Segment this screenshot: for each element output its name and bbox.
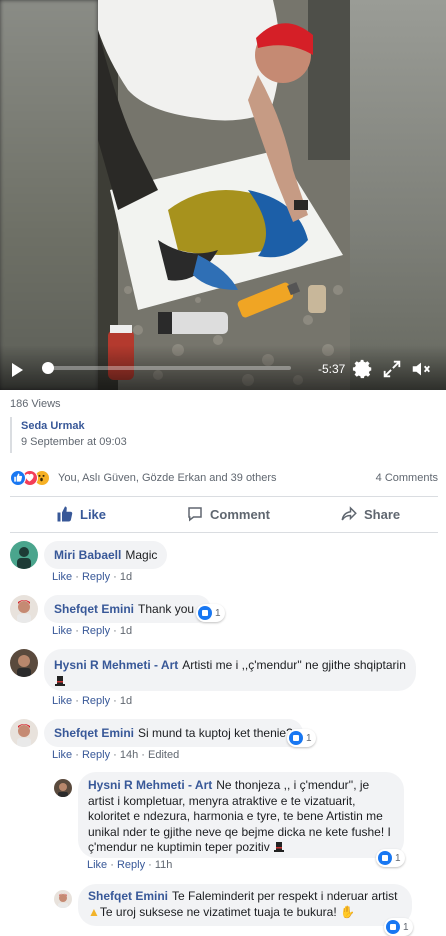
- raised-hands-emoji-icon: ✋: [340, 904, 355, 919]
- shared-from-card[interactable]: Seda Urmak 9 September at 09:03: [10, 417, 436, 453]
- video-blur-left: [0, 0, 98, 390]
- time-remaining: -5:37: [318, 362, 346, 376]
- comment-actions: Like · Reply · 14h · Edited: [52, 749, 180, 761]
- comment-reply-link[interactable]: Reply: [82, 625, 110, 637]
- reaction-count: 1: [306, 732, 312, 744]
- reaction-badge[interactable]: 1: [376, 849, 405, 867]
- reaction-count: 1: [403, 921, 409, 933]
- progress-knob[interactable]: [42, 362, 54, 374]
- avatar[interactable]: [10, 541, 38, 569]
- like-reaction-icon: [10, 470, 26, 486]
- comment-edited[interactable]: Edited: [148, 749, 179, 761]
- avatar[interactable]: [54, 779, 72, 797]
- divider: [10, 532, 438, 533]
- like-reaction-icon: [289, 731, 303, 745]
- share-icon: [341, 506, 357, 521]
- avatar[interactable]: [54, 890, 72, 908]
- mute-icon[interactable]: [410, 358, 432, 380]
- reaction-badge[interactable]: 1: [196, 604, 225, 622]
- comment-author[interactable]: Miri Babaell: [54, 548, 121, 562]
- comment-text: Thank you .: [138, 602, 201, 616]
- comment-time[interactable]: 14h: [120, 749, 138, 761]
- reply-author[interactable]: Shefqet Emini: [88, 889, 168, 903]
- comment-like-link[interactable]: Like: [52, 625, 72, 637]
- play-icon[interactable]: [12, 363, 23, 377]
- comment-like-link[interactable]: Like: [52, 749, 72, 761]
- video-thumbnail-painting: [98, 0, 350, 390]
- reply-text-2: Te uroj suksese ne vizatimet tuaja te bu…: [99, 904, 337, 919]
- reactors-text[interactable]: You, Aslı Güven, Gözde Erkan and 39 othe…: [58, 472, 277, 484]
- comment-like-link[interactable]: Like: [52, 695, 72, 707]
- video-frame: [98, 0, 350, 390]
- comment-author[interactable]: Shefqet Emini: [54, 602, 134, 616]
- comment-bubble: Hysni R Mehmeti - Art Artisti me i ,,ç'me…: [44, 649, 416, 691]
- top-hat-emoji-icon: [54, 675, 66, 687]
- comment-bubble: Shefqet Emini Si mund ta kuptoj ket theni…: [44, 719, 303, 747]
- reaction-count: 1: [395, 852, 401, 864]
- comment-time[interactable]: 1d: [120, 695, 132, 707]
- comment-count[interactable]: 4 Comments: [376, 472, 438, 484]
- thumbs-up-icon: [57, 506, 73, 522]
- comment-like-link[interactable]: Like: [52, 571, 72, 583]
- video-blur-right: [350, 0, 446, 390]
- reaction-count: 1: [215, 607, 221, 619]
- comment-reply-link[interactable]: Reply: [82, 571, 110, 583]
- comment-bubble: Shefqet Emini Thank you .: [44, 595, 211, 623]
- reply-reply-link[interactable]: Reply: [117, 859, 145, 871]
- comment-reply-link[interactable]: Reply: [82, 695, 110, 707]
- reply-like-link[interactable]: Like: [87, 859, 107, 871]
- reactions-summary[interactable]: You, Aslı Güven, Gözde Erkan and 39 othe…: [10, 470, 438, 488]
- reply-bubble: Shefqet Emini Te Faleminderit per respekt…: [78, 884, 412, 926]
- share-button[interactable]: Share: [340, 498, 400, 530]
- expand-icon[interactable]: [381, 358, 403, 380]
- reply-text: Te Faleminderit per respekt i nderuar ar…: [172, 889, 398, 903]
- reply-author[interactable]: Hysni R Mehmeti - Art: [88, 778, 212, 792]
- top-hat-emoji-icon: [273, 841, 285, 853]
- comment-time[interactable]: 1d: [120, 625, 132, 637]
- post-actions: Like Comment Share: [10, 498, 438, 530]
- like-reaction-icon: [198, 606, 212, 620]
- comment-reply-link[interactable]: Reply: [82, 749, 110, 761]
- reply-time[interactable]: 11h: [155, 859, 173, 871]
- divider: [10, 496, 438, 497]
- like-button-label: Like: [80, 506, 107, 522]
- shared-date[interactable]: 9 September at 09:03: [21, 436, 436, 448]
- comment-actions: Like · Reply · 1d: [52, 571, 133, 583]
- comment-actions: Like · Reply · 1d: [52, 625, 133, 637]
- comment-icon: [188, 507, 202, 522]
- share-button-label: Share: [364, 506, 401, 522]
- comment-button[interactable]: Comment: [186, 498, 270, 530]
- avatar[interactable]: [10, 595, 38, 623]
- comment-text: Si mund ta kuptoj ket thenie?: [138, 726, 293, 740]
- progress-track[interactable]: [46, 366, 291, 370]
- video-player[interactable]: -5:37: [0, 0, 446, 390]
- pray-emoji-icon: ▲: [88, 904, 100, 919]
- comment-button-label: Comment: [210, 506, 270, 522]
- comment-author[interactable]: Shefqet Emini: [54, 726, 134, 740]
- comment-text: Magic: [125, 548, 158, 562]
- view-count: 186 Views: [10, 398, 61, 410]
- reaction-badge[interactable]: 1: [384, 918, 413, 936]
- comment-time[interactable]: 1d: [120, 571, 132, 583]
- reply-bubble: Hysni R Mehmeti - Art Ne thonjeza ,, i ç'…: [78, 772, 404, 858]
- comment-bubble: Miri Babaell Magic: [44, 541, 168, 569]
- avatar[interactable]: [10, 649, 38, 677]
- comment-actions: Like · Reply · 1d: [52, 695, 133, 707]
- gear-icon[interactable]: [352, 358, 374, 380]
- comment-text: Artisti me i ,,ç'mendur'' ne gjithe shqi…: [182, 658, 406, 672]
- avatar[interactable]: [10, 719, 38, 747]
- like-button[interactable]: Like: [56, 498, 106, 530]
- shared-from-author[interactable]: Seda Urmak: [21, 420, 436, 432]
- like-reaction-icon: [378, 851, 392, 865]
- comment-author[interactable]: Hysni R Mehmeti - Art: [54, 658, 178, 672]
- reaction-badge[interactable]: 1: [287, 729, 316, 747]
- reply-actions: Like · Reply · 11h: [87, 859, 173, 871]
